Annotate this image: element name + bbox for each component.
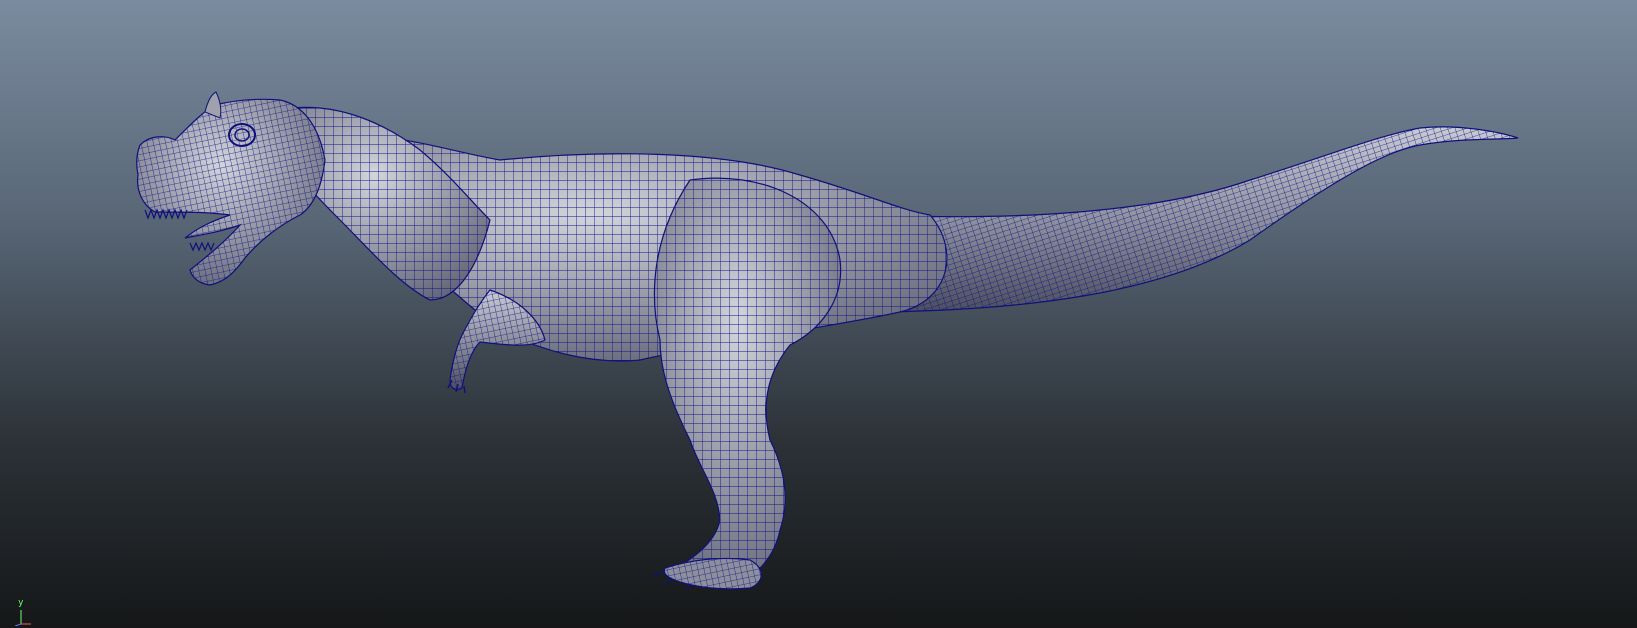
viewport-canvas[interactable] <box>0 0 1637 628</box>
3d-viewport[interactable]: y <box>0 0 1637 628</box>
axis-gizmo: y <box>2 598 32 626</box>
axis-gizmo-icon <box>14 610 31 626</box>
axis-y-label: y <box>18 598 24 608</box>
